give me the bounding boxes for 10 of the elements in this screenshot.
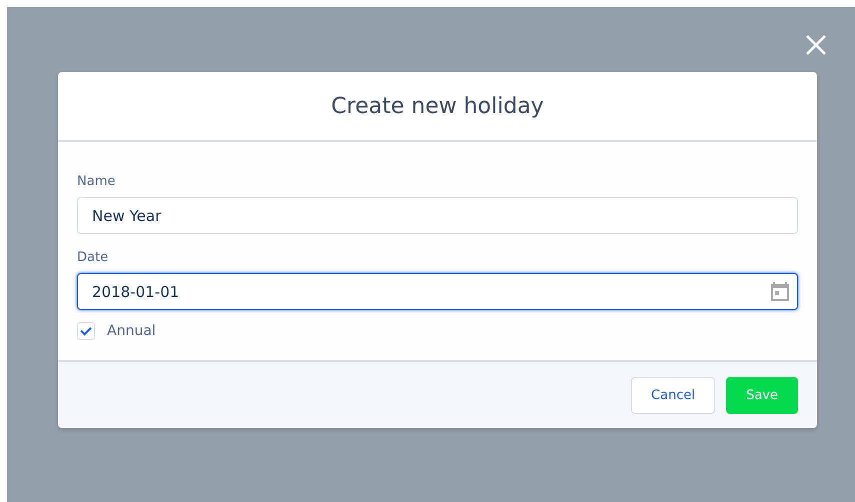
field-label: Name bbox=[77, 174, 116, 189]
checkbox-label[interactable]: Annual bbox=[107, 323, 156, 339]
cancel-button[interactable]: Cancel bbox=[631, 376, 716, 414]
input-field[interactable]: New Year bbox=[77, 197, 798, 234]
close-icon[interactable] bbox=[805, 34, 827, 56]
calendar-icon[interactable] bbox=[771, 281, 789, 301]
modal-title: Create new holiday bbox=[331, 94, 544, 118]
checkbox[interactable] bbox=[77, 322, 95, 340]
date-field[interactable]: 2018-01-01 bbox=[77, 273, 798, 310]
field-label: Date bbox=[77, 250, 110, 265]
